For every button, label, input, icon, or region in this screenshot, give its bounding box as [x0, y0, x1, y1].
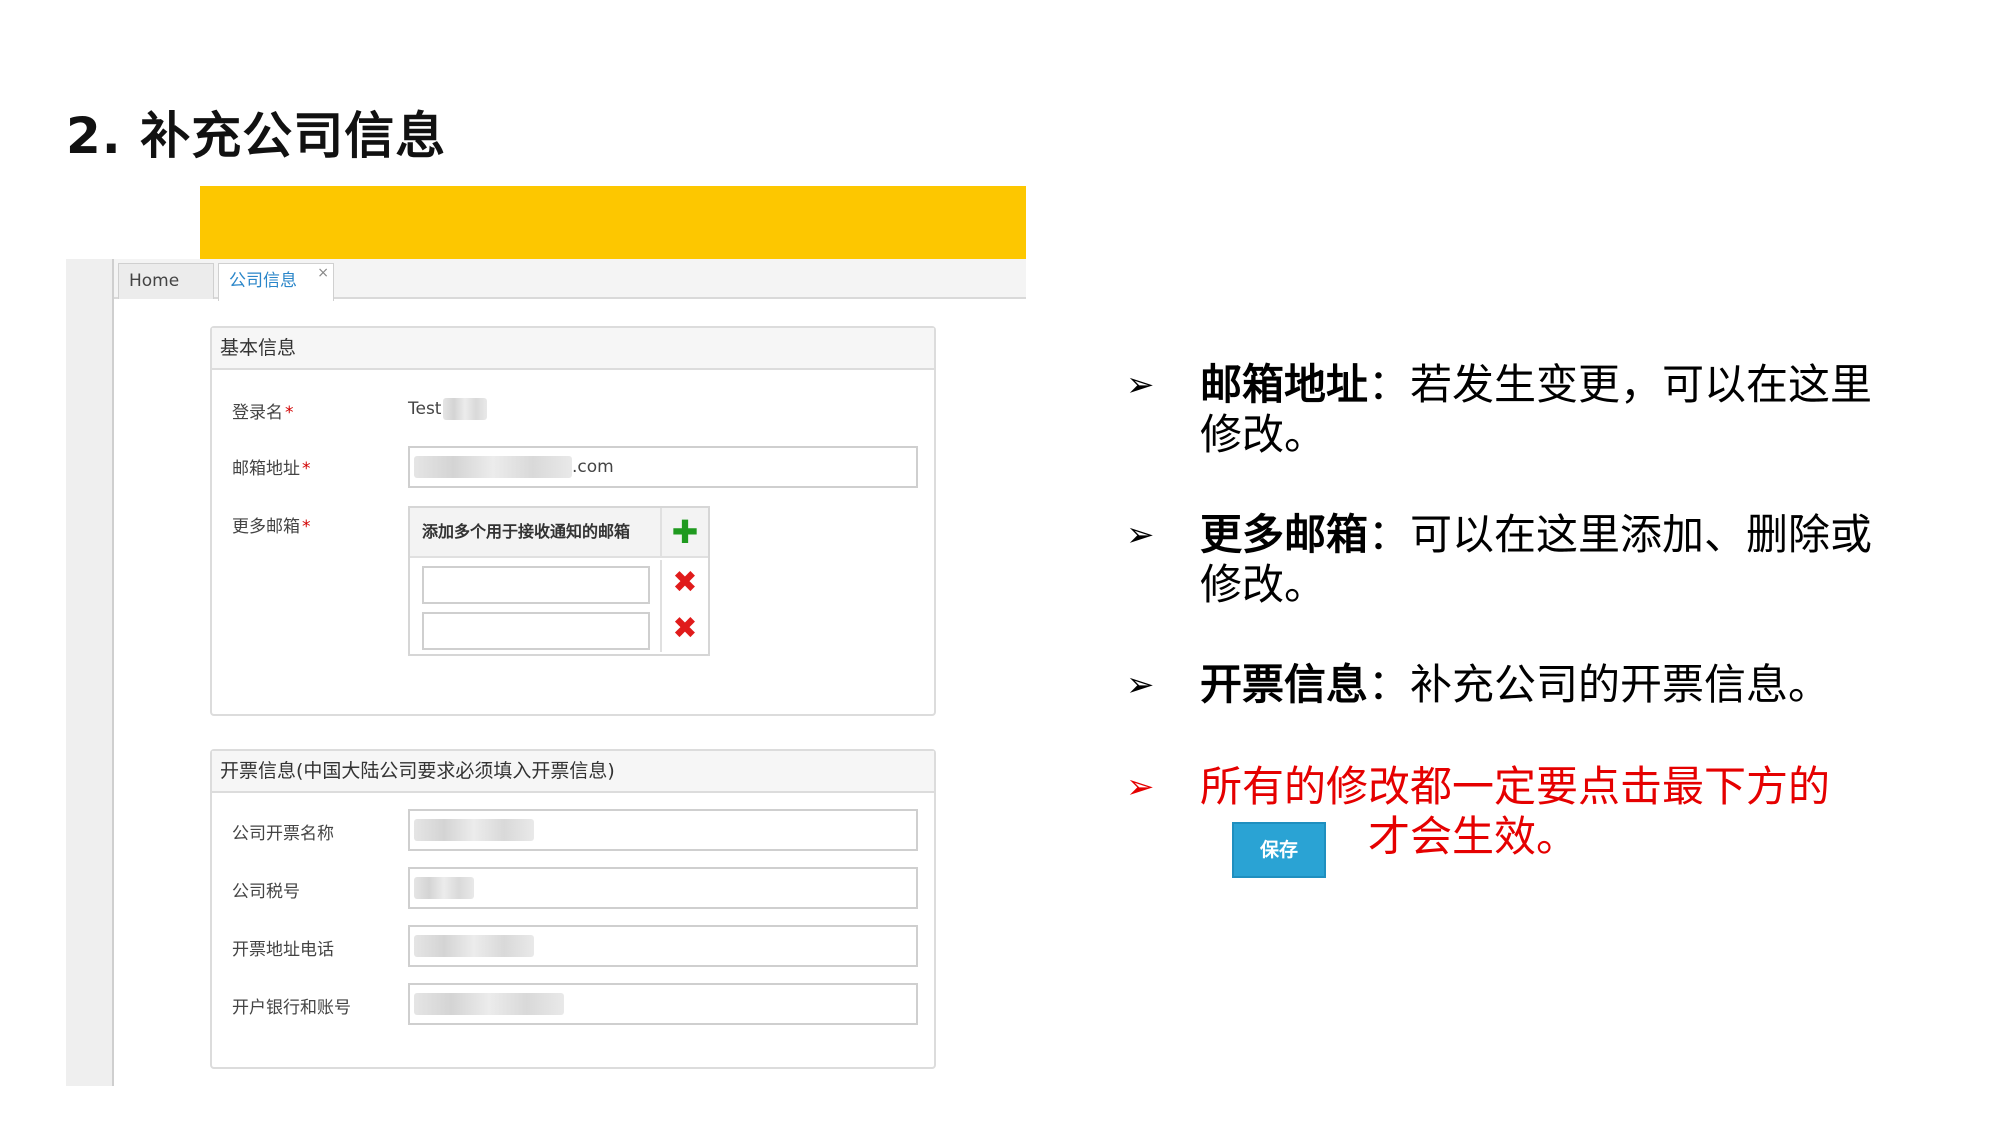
basic-info-panel: 基本信息 登录名 * Test 邮箱地址 * .com 更多邮箱 * 添加多个用于接收…	[210, 326, 936, 716]
required-mark: *	[302, 517, 311, 537]
arrow-bullet-icon: ➢	[1126, 515, 1155, 555]
bullet-more-emails-title: 更多邮箱	[1200, 510, 1369, 559]
app-screenshot: Home 公司信息 × 基本信息 登录名 * Test 邮箱地址 * .com 更多…	[66, 186, 1026, 1086]
header-banner	[200, 186, 1026, 259]
tab-bar: Home 公司信息 ×	[114, 259, 1026, 301]
left-rail	[66, 259, 114, 1086]
redacted-blur	[414, 456, 572, 478]
redacted-blur	[414, 935, 534, 957]
delete-icon: ✖	[672, 565, 698, 600]
login-name-label: 登录名 *	[232, 403, 294, 423]
email-label: 邮箱地址 *	[232, 459, 311, 479]
plus-icon: ✚	[671, 513, 699, 551]
required-mark: *	[285, 403, 294, 423]
delete-email-button[interactable]: ✖	[660, 560, 708, 606]
redacted-blur	[414, 993, 564, 1015]
invoice-address-label: 开票地址电话	[232, 940, 334, 960]
bullet-save-reminder-text: 所有的修改都一定要点击最下方的	[1200, 762, 1831, 811]
redacted-blur	[414, 819, 534, 841]
email-input[interactable]: .com	[408, 446, 918, 488]
tab-company-info-label: 公司信息	[229, 271, 297, 291]
arrow-bullet-icon: ➢	[1126, 665, 1155, 705]
more-emails-header: 添加多个用于接收通知的邮箱	[410, 508, 660, 558]
save-reminder-tail: 才会生效。	[1368, 812, 1579, 861]
bullet-invoice-title: 开票信息	[1200, 660, 1369, 709]
invoice-address-input[interactable]	[408, 925, 918, 967]
more-emails-label: 更多邮箱 *	[232, 517, 311, 537]
save-button[interactable]: 保存	[1232, 822, 1326, 878]
invoice-info-panel: 开票信息(中国大陆公司要求必须填入开票信息) 公司开票名称 公司税号 开票地址电…	[210, 749, 936, 1069]
invoice-name-label: 公司开票名称	[232, 824, 334, 844]
close-icon[interactable]: ×	[317, 256, 329, 290]
tab-company-info[interactable]: 公司信息 ×	[218, 263, 334, 301]
invoice-info-title: 开票信息(中国大陆公司要求必须填入开票信息)	[212, 751, 934, 793]
redacted-blur	[443, 398, 488, 420]
basic-info-title: 基本信息	[212, 328, 934, 370]
arrow-bullet-icon: ➢	[1126, 767, 1155, 807]
redacted-blur	[414, 877, 474, 899]
invoice-name-input[interactable]	[408, 809, 918, 851]
login-name-value: Test	[408, 398, 488, 420]
arrow-bullet-icon: ➢	[1126, 365, 1155, 405]
delete-icon: ✖	[672, 611, 698, 646]
more-emails-table: 添加多个用于接收通知的邮箱 ✚ ✖ ✖	[408, 506, 710, 656]
delete-email-button[interactable]: ✖	[660, 606, 708, 652]
required-mark: *	[302, 459, 311, 479]
extra-email-input[interactable]	[422, 612, 650, 650]
slide-title: 2. 补充公司信息	[66, 107, 447, 165]
extra-email-input[interactable]	[422, 566, 650, 604]
tab-home-label: Home	[129, 271, 180, 291]
tax-id-label: 公司税号	[232, 882, 300, 902]
bank-account-input[interactable]	[408, 983, 918, 1025]
bank-account-label: 开户银行和账号	[232, 998, 351, 1018]
tax-id-input[interactable]	[408, 867, 918, 909]
bullet-email-title: 邮箱地址	[1200, 360, 1369, 409]
bullet-invoice-text: ：补充公司的开票信息。	[1368, 660, 1831, 709]
add-email-button[interactable]: ✚	[660, 508, 708, 558]
tab-home[interactable]: Home	[118, 263, 214, 299]
